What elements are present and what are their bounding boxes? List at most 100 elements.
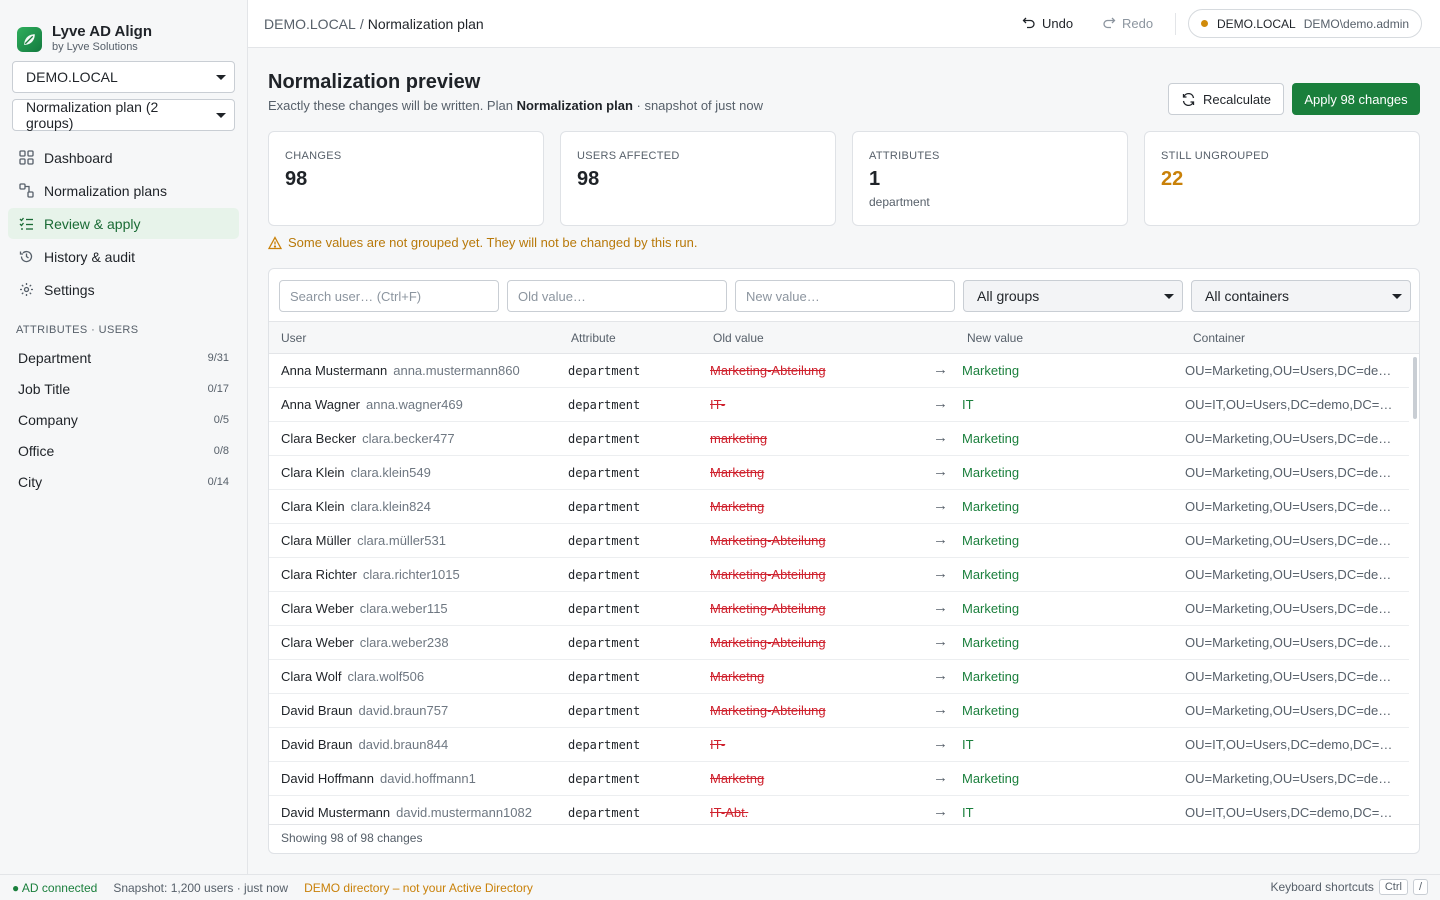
stats-row: CHANGES 98 USERS AFFECTED 98 ATTRIBUTES … <box>268 131 1420 226</box>
user-cell: Clara Klein clara.klein549 <box>281 465 431 480</box>
arrow-right-icon: → <box>933 633 948 650</box>
connection-pill[interactable]: DEMO.LOCAL DEMO\demo.admin <box>1188 9 1423 38</box>
table-footer: Showing 98 of 98 changes <box>269 824 1419 853</box>
new-value-cell: Marketing <box>962 431 1020 446</box>
new-value-cell: Marketing <box>962 499 1020 514</box>
groups-filter-select[interactable]: All groups <box>963 280 1183 312</box>
attribute-item-company[interactable]: Company 0/5 <box>8 404 239 435</box>
user-login: clara.wolf506 <box>347 669 425 684</box>
nav-item-normalization-plans[interactable]: Normalization plans <box>8 175 239 206</box>
column-header-container[interactable]: Container <box>1193 331 1245 345</box>
old-value-cell: Marketing-Abteilung <box>710 363 826 378</box>
recalculate-button[interactable]: Recalculate <box>1168 83 1284 115</box>
container-cell: OU=Marketing,OU=Users,DC=demo,DC=local <box>1185 533 1395 548</box>
table-row[interactable]: David Braun david.braun844 department IT- → I… <box>269 728 1409 762</box>
nav-item-review-apply[interactable]: Review & apply <box>8 208 239 239</box>
keyboard-shortcuts-hint[interactable]: Keyboard shortcuts Ctrl / <box>1270 879 1428 895</box>
plan-name: Normalization plan <box>516 98 633 113</box>
table-scrollbar[interactable] <box>1413 357 1417 419</box>
attribute-item-city[interactable]: City 0/14 <box>8 466 239 497</box>
column-header-attribute[interactable]: Attribute <box>571 331 616 345</box>
container-cell: OU=IT,OU=Users,DC=demo,DC=local <box>1185 805 1395 820</box>
table-row[interactable]: Clara Wolf clara.wolf506 department Marketn… <box>269 660 1409 694</box>
user-login: anna.wagner469 <box>366 397 463 412</box>
table-row[interactable]: Clara Becker clara.becker477 department mar… <box>269 422 1409 456</box>
arrow-right-icon: → <box>933 701 948 718</box>
container-cell: OU=Marketing,OU=Users,DC=demo,DC=local <box>1185 431 1395 446</box>
plan-select[interactable]: Normalization plan (2 groups) <box>12 99 235 131</box>
attribute-label: Job Title <box>18 380 71 397</box>
account-name: DEMO\demo.admin <box>1303 16 1410 31</box>
table-body: Anna Mustermann anna.mustermann860 departm… <box>269 354 1409 826</box>
divider <box>1175 13 1176 35</box>
attribute-item-department[interactable]: Department 9/31 <box>8 342 239 373</box>
user-cell: Clara Weber clara.weber238 <box>281 635 449 650</box>
table-row[interactable]: Clara Klein clara.klein549 department Marke… <box>269 456 1409 490</box>
arrow-right-icon: → <box>933 429 948 446</box>
user-cell: David Braun david.braun844 <box>281 737 448 752</box>
chevron-down-icon <box>216 113 226 118</box>
table-row[interactable]: Clara Klein clara.klein824 department Marke… <box>269 490 1409 524</box>
table-row[interactable]: David Braun david.braun757 department Marke… <box>269 694 1409 728</box>
warning-icon <box>268 235 282 249</box>
table-row[interactable]: Clara Weber clara.weber238 department Marke… <box>269 626 1409 660</box>
stat-card-attributes: ATTRIBUTES 1 department <box>852 131 1128 226</box>
containers-filter-select[interactable]: All containers <box>1191 280 1411 312</box>
ungrouped-warning: Some values are not grouped yet. They wi… <box>268 235 698 250</box>
user-name: Clara Weber <box>281 601 354 616</box>
status-bar: ● AD connected Snapshot: 1,200 users · j… <box>0 874 1440 900</box>
table-header: User Attribute Old value New value Conta… <box>269 321 1419 354</box>
new-value-cell: Marketing <box>962 703 1020 718</box>
table-row[interactable]: Anna Wagner anna.wagner469 department IT- → I… <box>269 388 1409 422</box>
container-cell: OU=Marketing,OU=Users,DC=demo,DC=local <box>1185 703 1395 718</box>
apply-changes-button[interactable]: Apply 98 changes <box>1292 83 1420 115</box>
user-login: clara.becker477 <box>362 431 455 446</box>
domain-select-value: DEMO.LOCAL <box>26 69 118 85</box>
undo-button[interactable]: Undo <box>1022 13 1073 33</box>
nav-item-settings[interactable]: Settings <box>8 274 239 305</box>
nav-item-history-audit[interactable]: History & audit <box>8 241 239 272</box>
user-cell: David Mustermann david.mustermann1082 <box>281 805 532 820</box>
new-value-cell: Marketing <box>962 669 1020 684</box>
old-value-filter-input[interactable]: Old value… <box>507 280 727 312</box>
attribute-cell: department <box>568 568 641 582</box>
breadcrumb-domain[interactable]: DEMO.LOCAL <box>264 16 356 32</box>
user-login: david.hoffmann1 <box>379 771 476 786</box>
connected-domain: DEMO.LOCAL <box>1217 16 1296 31</box>
arrow-right-icon: → <box>933 361 948 378</box>
attribute-item-office[interactable]: Office 0/8 <box>8 435 239 466</box>
column-header-user[interactable]: User <box>281 331 306 345</box>
table-row[interactable]: Clara Weber clara.weber115 department Marke… <box>269 592 1409 626</box>
page-title: Normalization preview <box>268 71 481 93</box>
nav-item-dashboard[interactable]: Dashboard <box>8 142 239 173</box>
new-value-cell: Marketing <box>962 601 1020 616</box>
search-user-input[interactable]: Search user… (Ctrl+F) <box>279 280 499 312</box>
user-login: anna.mustermann860 <box>393 363 520 378</box>
attribute-count: 0/8 <box>213 444 229 457</box>
table-row[interactable]: David Hoffmann david.hoffmann1 department M… <box>269 762 1409 796</box>
table-row[interactable]: David Mustermann david.mustermann1082 depa… <box>269 796 1409 826</box>
undo-icon <box>1022 17 1035 29</box>
column-header-new-value[interactable]: New value <box>967 331 1023 345</box>
containers-filter-value: All containers <box>1205 288 1290 304</box>
redo-button[interactable]: Redo <box>1102 13 1153 33</box>
table-row[interactable]: Clara Richter clara.richter1015 department… <box>269 558 1409 592</box>
redo-icon <box>1103 17 1116 29</box>
table-row[interactable]: Anna Mustermann anna.mustermann860 departm… <box>269 354 1409 388</box>
user-name: Clara Weber <box>281 635 354 650</box>
table-row[interactable]: Clara Müller clara.müller531 department Mar… <box>269 524 1409 558</box>
user-login: david.braun757 <box>358 703 449 718</box>
column-header-old-value[interactable]: Old value <box>713 331 764 345</box>
old-value-cell: Marketing-Abteilung <box>710 567 826 582</box>
old-value-cell: Marketng <box>710 499 765 514</box>
user-name: David Hoffmann <box>281 771 374 786</box>
attribute-cell: department <box>568 806 641 820</box>
nav-label: Dashboard <box>44 149 113 166</box>
new-value-cell: Marketing <box>962 465 1020 480</box>
topbar: DEMO.LOCAL / Normalization plan Undo Redo … <box>248 0 1440 48</box>
new-value-filter-input[interactable]: New value… <box>735 280 955 312</box>
domain-select[interactable]: DEMO.LOCAL <box>12 61 235 93</box>
user-name: Clara Klein <box>281 499 345 514</box>
user-cell: Clara Müller clara.müller531 <box>281 533 446 548</box>
attribute-item-job-title[interactable]: Job Title 0/17 <box>8 373 239 404</box>
